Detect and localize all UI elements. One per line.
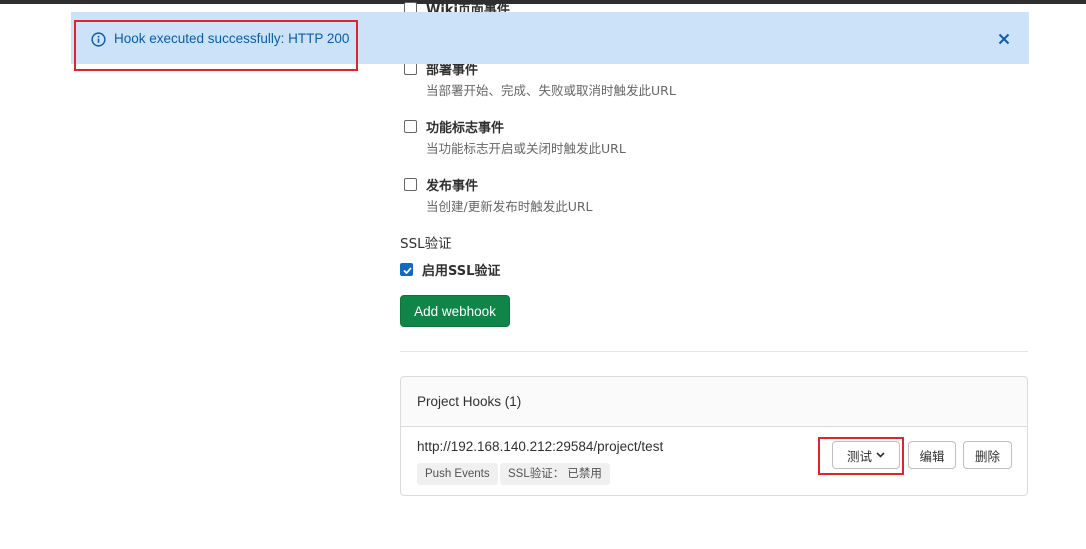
project-hooks-title: Project Hooks (1): [417, 394, 522, 409]
push-events-badge: Push Events: [417, 463, 498, 485]
project-hooks-header: Project Hooks (1): [401, 377, 1027, 427]
delete-button[interactable]: 删除: [963, 441, 1012, 469]
edit-button[interactable]: 编辑: [908, 441, 956, 469]
divider: [400, 351, 1028, 352]
close-icon[interactable]: [997, 32, 1011, 46]
top-bar: [0, 0, 1086, 4]
hook-url: http://192.168.140.212:29584/project/tes…: [417, 439, 664, 454]
event-description: 当创建/更新发布时触发此URL: [426, 199, 593, 214]
feature-flag-event-checkbox[interactable]: [404, 120, 417, 133]
ssl-checkbox-label[interactable]: 启用SSL验证: [422, 260, 500, 279]
add-webhook-button[interactable]: Add webhook: [400, 295, 510, 327]
ssl-status-badge: SSL验证： 已禁用: [500, 463, 610, 485]
ssl-heading: SSL验证: [400, 236, 452, 252]
event-title: 功能标志事件: [426, 121, 505, 136]
event-description: 当部署开始、完成、失败或取消时触发此URL: [426, 83, 676, 98]
event-description: 当功能标志开启或关闭时触发此URL: [426, 141, 626, 156]
checkmark-icon: [403, 267, 412, 275]
annotation-box-alert: [74, 20, 358, 71]
event-title: 发布事件: [426, 179, 479, 194]
annotation-box-test: [818, 437, 904, 475]
release-event-checkbox[interactable]: [404, 178, 417, 191]
ssl-verification-checkbox[interactable]: [400, 263, 413, 276]
project-hooks-card: Project Hooks (1) http://192.168.140.212…: [400, 376, 1028, 496]
